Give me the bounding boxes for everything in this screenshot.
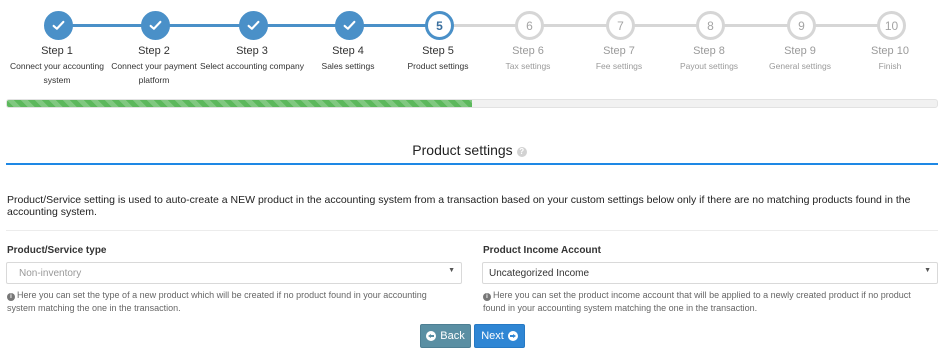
step-title: Step 4 [332, 45, 364, 57]
product-type-select[interactable]: Non-inventory ▼ [6, 262, 462, 284]
question-circle-icon[interactable]: ? [516, 147, 527, 157]
step-connector-pending [440, 24, 892, 27]
page-title: Product settings? [0, 142, 939, 158]
check-icon [44, 11, 73, 40]
product-type-label: Product/Service type [7, 245, 107, 256]
chevron-down-icon: ▼ [924, 267, 931, 274]
income-account-hint-text: Here you can set the product income acco… [483, 290, 911, 313]
check-icon [335, 11, 364, 40]
step-title: Step 2 [138, 45, 170, 57]
wizard-stepper: Step 1 Connect your accounting system St… [0, 0, 939, 95]
income-account-hint: i Here you can set the product income acc… [483, 289, 933, 315]
arrow-circle-left-icon [426, 331, 437, 341]
next-button[interactable]: Next [474, 324, 525, 348]
step-title: Step 6 [512, 45, 544, 57]
product-type-value: Non-inventory [19, 268, 82, 279]
chevron-down-icon: ▼ [448, 267, 455, 274]
step-number: 6 [515, 11, 544, 40]
income-account-label: Product Income Account [483, 245, 601, 256]
step-title: Step 8 [693, 45, 725, 57]
back-button[interactable]: Back [420, 324, 471, 348]
check-icon [239, 11, 268, 40]
intro-text: Product/Service setting is used to auto-… [7, 194, 911, 218]
back-button-label: Back [440, 330, 465, 342]
step-desc: Connect your accounting system [9, 61, 105, 85]
divider [6, 230, 938, 231]
step-title: Step 9 [784, 45, 816, 57]
step-title: Step 3 [236, 45, 268, 57]
product-type-hint: i Here you can set the type of a new prod… [7, 289, 455, 315]
step-title: Step 5 [422, 45, 454, 57]
title-divider [6, 163, 938, 165]
step-desc: Select accounting company [200, 61, 304, 71]
next-button-label: Next [481, 330, 504, 342]
step-number: 5 [425, 11, 454, 40]
progress-fill [7, 100, 472, 107]
check-icon [141, 11, 170, 40]
info-circle-icon: i [483, 293, 491, 301]
step-title: Step 1 [41, 45, 73, 57]
income-account-value: Uncategorized Income [489, 268, 590, 279]
wizard-progress-bar [6, 99, 938, 108]
step-number: 10 [877, 11, 906, 40]
step-number: 7 [606, 11, 635, 40]
step-desc: Finish [878, 61, 902, 71]
step-number: 8 [696, 11, 725, 40]
arrow-circle-right-icon [507, 331, 518, 341]
step-desc: Connect your payment platform [111, 61, 197, 85]
info-circle-icon: i [7, 293, 15, 301]
step-title: Step 7 [603, 45, 635, 57]
step-title: Step 10 [871, 45, 909, 57]
income-account-select[interactable]: Uncategorized Income ▼ [482, 262, 938, 284]
product-type-hint-text: Here you can set the type of a new produ… [7, 290, 427, 313]
page-title-text: Product settings [412, 142, 513, 158]
step-number: 9 [787, 11, 816, 40]
